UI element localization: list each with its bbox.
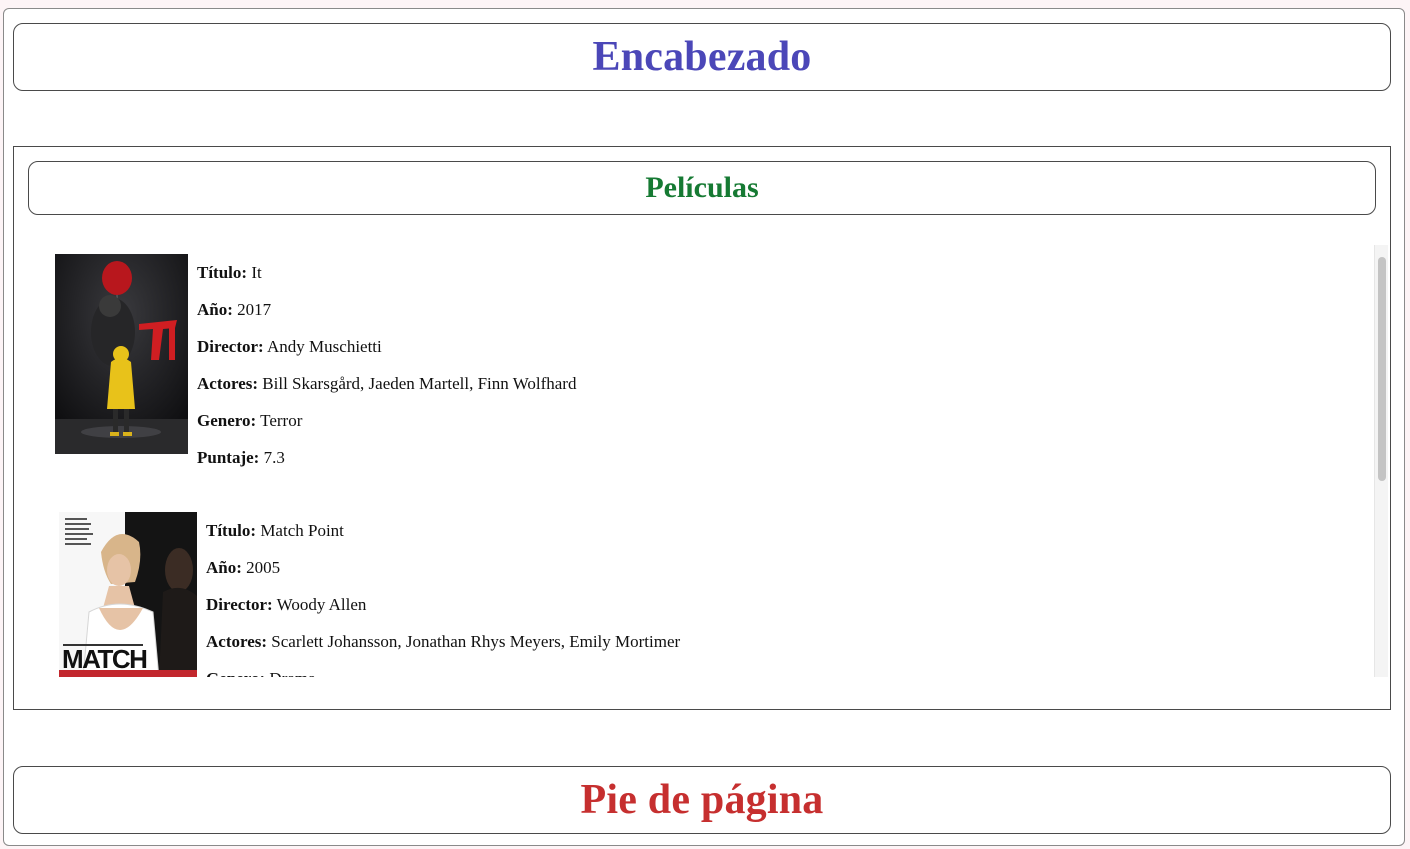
movie-title-row: Título: It — [197, 254, 576, 291]
field-value: 7.3 — [263, 448, 285, 467]
movie-year-row: Año: 2017 — [197, 291, 576, 328]
field-value: 2017 — [237, 300, 272, 319]
field-label: Año: — [197, 300, 233, 319]
field-label: Genero: — [206, 669, 265, 677]
field-label: Director: — [197, 337, 264, 356]
movie-year-row: Año: 2005 — [206, 549, 680, 586]
field-label: Título: — [206, 521, 257, 540]
movie-info: Título: It Año: 2017 Director: Andy Musc… — [188, 254, 576, 476]
header-title: Encabezado — [592, 34, 812, 80]
field-label: Título: — [197, 263, 248, 282]
field-value: Andy Muschietti — [267, 337, 382, 356]
main-section: Películas Título: It Año: 2017 Director:… — [13, 146, 1391, 710]
section-title: Películas — [645, 171, 759, 204]
footer-title: Pie de página — [580, 777, 824, 823]
movie-director-row: Director: Andy Muschietti — [197, 328, 576, 365]
movie-title-row: Título: Match Point — [206, 512, 680, 549]
footer: Pie de página — [13, 766, 1391, 834]
field-label: Director: — [206, 595, 273, 614]
movie-director-row: Director: Woody Allen — [206, 586, 680, 623]
header: Encabezado — [13, 23, 1391, 91]
scrollbar-thumb[interactable] — [1378, 257, 1386, 481]
movie-list[interactable]: Título: It Año: 2017 Director: Andy Musc… — [14, 245, 1390, 677]
movie-info: Título: Match Point Año: 2005 Director: … — [197, 512, 680, 677]
vertical-scrollbar[interactable] — [1374, 245, 1388, 677]
poster-title: MATCH — [62, 644, 148, 674]
movie-actors-row: Actores: Scarlett Johansson, Jonathan Rh… — [206, 623, 680, 660]
field-value: Match Point — [260, 521, 344, 540]
field-value: Terror — [260, 411, 303, 430]
field-label: Actores: — [197, 374, 259, 393]
movie-actors-row: Actores: Bill Skarsgård, Jaeden Martell,… — [197, 365, 576, 402]
field-value: It — [251, 263, 262, 282]
field-value: 2005 — [246, 558, 281, 577]
field-label: Genero: — [197, 411, 257, 430]
field-value: Drama — [269, 669, 315, 677]
field-label: Actores: — [206, 632, 268, 651]
field-value: Bill Skarsgård, Jaeden Martell, Finn Wol… — [262, 374, 577, 393]
match-point-movie-poster: MATCH — [59, 512, 197, 677]
it-movie-poster — [55, 254, 188, 454]
movie-genre-row: Genero: Terror — [197, 402, 576, 439]
section-heading-box: Películas — [28, 161, 1376, 215]
movie-score-row: Puntaje: 7.3 — [197, 439, 576, 476]
movie-item: MATCH Título: Match Point Año: 2005 Dire… — [59, 512, 680, 677]
movie-genre-row: Genero: Drama — [206, 660, 680, 677]
field-label: Puntaje: — [197, 448, 260, 467]
field-value: Scarlett Johansson, Jonathan Rhys Meyers… — [271, 632, 681, 651]
movie-item: Título: It Año: 2017 Director: Andy Musc… — [55, 254, 576, 476]
field-value: Woody Allen — [276, 595, 367, 614]
field-label: Año: — [206, 558, 242, 577]
